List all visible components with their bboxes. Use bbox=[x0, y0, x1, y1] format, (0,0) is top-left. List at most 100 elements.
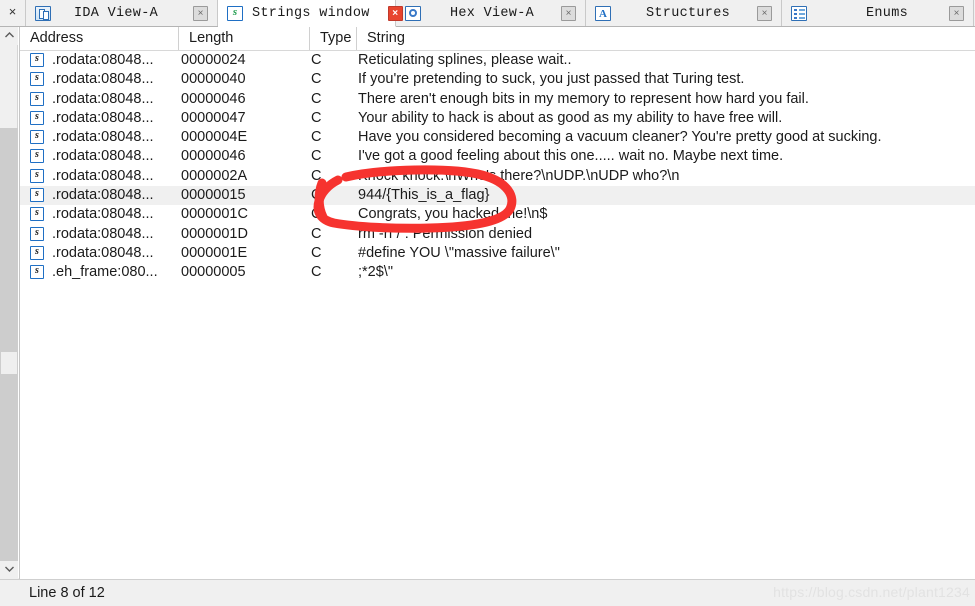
cell-address: .rodata:08048... bbox=[52, 187, 154, 204]
cell-type: C bbox=[311, 225, 322, 242]
hex-view-icon bbox=[405, 5, 421, 21]
tab-label: Strings window bbox=[252, 5, 370, 21]
tab-close-button[interactable]: × bbox=[757, 5, 772, 21]
table-row[interactable]: s .rodata:08048... 0000001D Crm -rf / : Per… bbox=[20, 225, 975, 244]
bullet-line bbox=[799, 8, 805, 11]
tab-label: Hex View-A bbox=[450, 5, 535, 21]
cell-type: C bbox=[311, 52, 322, 68]
cell-type: C bbox=[311, 129, 322, 146]
table-row[interactable]: s .rodata:08048... 0000001E C #define YOU \"… bbox=[20, 244, 975, 263]
tab-close-button[interactable]: × bbox=[193, 5, 208, 21]
strings-icon: s bbox=[30, 207, 44, 222]
table-row[interactable]: s .rodata:08048... 0000001C C Congrats, you … bbox=[20, 205, 975, 224]
cell-address: .rodata:08048... bbox=[52, 90, 154, 107]
table-row[interactable]: s .rodata:08048... 00000015 C 944/{This_is_a… bbox=[20, 186, 975, 206]
scroll-up-arrow-icon[interactable] bbox=[0, 27, 18, 45]
cell-length: 00000046 bbox=[181, 90, 246, 107]
cell-address: .rodata:08048... bbox=[52, 109, 154, 126]
cell-length: 0000001D bbox=[181, 225, 248, 242]
table-row[interactable]: s .eh_frame:080... 00000005 C ;*2$\" bbox=[20, 263, 975, 282]
column-header-address[interactable]: Address bbox=[20, 27, 179, 50]
cell-address: .rodata:08048... bbox=[52, 244, 154, 261]
table-row[interactable]: s .rodata:08048... 00000047 C Your ability t… bbox=[20, 109, 975, 128]
cell-string: Have you considered becoming a vacuum cl… bbox=[358, 129, 882, 146]
cell-type: C bbox=[311, 167, 322, 184]
tab-bar: × IDA View-A × s Strings window × Hex Vi… bbox=[0, 0, 975, 27]
vertical-scrollbar[interactable] bbox=[0, 27, 18, 579]
tab-label: Enums bbox=[866, 5, 909, 21]
table-row[interactable]: s .rodata:08048... 00000024 C Reticulating s… bbox=[20, 51, 975, 70]
cell-address: .rodata:08048... bbox=[52, 206, 154, 223]
cell-type: C bbox=[311, 148, 322, 165]
cell-string: I've got a good feeling about this one..… bbox=[358, 148, 784, 165]
status-bar: Line 8 of 12 https://blog.csdn.net/plant… bbox=[0, 579, 975, 606]
cell-type: C bbox=[311, 187, 322, 204]
enums-icon bbox=[791, 5, 807, 21]
strings-icon: s bbox=[30, 53, 44, 67]
cell-length: 00000024 bbox=[181, 52, 246, 68]
cell-string: Congrats, you hacked me!\n$ bbox=[358, 206, 548, 223]
tab-enums[interactable]: Enums × bbox=[782, 0, 974, 26]
bullet bbox=[794, 8, 797, 11]
strings-icon: s bbox=[30, 168, 44, 183]
cell-length: 00000015 bbox=[181, 187, 246, 204]
ida-strings-window: × IDA View-A × s Strings window × Hex Vi… bbox=[0, 0, 975, 606]
cell-address: .rodata:08048... bbox=[52, 71, 154, 88]
cell-string: If you're pretending to suck, you just p… bbox=[358, 71, 745, 88]
cell-string: There aren't enough bits in my memory to… bbox=[358, 90, 809, 107]
cell-length: 0000001E bbox=[181, 244, 248, 261]
scrollbar-thumb[interactable] bbox=[1, 352, 17, 374]
cell-type: C bbox=[311, 264, 322, 281]
column-header-string[interactable]: String bbox=[357, 27, 975, 50]
column-header-length[interactable]: Length bbox=[179, 27, 310, 50]
table-row[interactable]: s .rodata:08048... 0000002A C Knock knock.\n… bbox=[20, 167, 975, 186]
cell-string: Reticulating splines, please wait.. bbox=[358, 52, 572, 68]
watermark-label: https://blog.csdn.net/plant1234 bbox=[773, 584, 970, 600]
column-header-type[interactable]: Type bbox=[310, 27, 357, 50]
table-row[interactable]: s .rodata:08048... 00000040 C If you're pret… bbox=[20, 70, 975, 89]
table-row[interactable]: s .rodata:08048... 00000046 C There aren't e… bbox=[20, 90, 975, 109]
tab-strings-window[interactable]: s Strings window × bbox=[218, 0, 403, 27]
tab-close-button[interactable]: × bbox=[387, 5, 403, 21]
tab-structures[interactable]: A Structures × bbox=[586, 0, 782, 26]
strings-icon: s bbox=[30, 130, 44, 145]
cell-length: 0000002A bbox=[181, 167, 248, 184]
cell-address: .rodata:08048... bbox=[52, 129, 154, 146]
close-icon: × bbox=[8, 4, 17, 20]
cell-string: rm -rf / : Permission denied bbox=[358, 225, 533, 242]
tab-close-button[interactable]: × bbox=[949, 5, 964, 21]
strings-icon: s bbox=[30, 188, 44, 203]
tab-hex-view-a[interactable]: Hex View-A × bbox=[396, 0, 586, 26]
cell-length: 0000001C bbox=[181, 206, 248, 223]
cell-type: C bbox=[311, 109, 322, 126]
tab-close-button[interactable]: × bbox=[561, 5, 576, 21]
strings-icon: s bbox=[30, 226, 44, 241]
table-header: Address Length Type String bbox=[20, 27, 975, 51]
cell-string: #define YOU \"massive failure\" bbox=[358, 244, 560, 261]
cell-type: C bbox=[311, 90, 322, 107]
cell-string: Your ability to hack is about as good as… bbox=[358, 109, 783, 126]
bullet bbox=[794, 12, 797, 15]
strings-icon: s bbox=[30, 110, 44, 125]
close-all-tabs-button[interactable]: × bbox=[0, 0, 26, 26]
tab-label: Structures bbox=[646, 5, 731, 21]
bullet-line bbox=[799, 12, 805, 15]
table-row[interactable]: s .rodata:08048... 0000004E C Have you consi… bbox=[20, 128, 975, 147]
cell-type: C bbox=[311, 71, 322, 88]
cell-string: ;*2$\" bbox=[358, 264, 393, 281]
scroll-down-arrow-icon[interactable] bbox=[0, 561, 18, 579]
bullet-line bbox=[799, 16, 805, 19]
cell-type: C bbox=[311, 244, 322, 261]
table-row[interactable]: s .rodata:08048... 00000046 C I've got a goo… bbox=[20, 147, 975, 166]
bullet bbox=[794, 16, 797, 19]
strings-icon: s bbox=[30, 265, 44, 280]
scrollbar-track[interactable] bbox=[0, 128, 18, 561]
line-status-label: Line 8 of 12 bbox=[29, 585, 105, 601]
strings-icon: s bbox=[30, 149, 44, 164]
strings-icon: s bbox=[30, 245, 44, 260]
strings-icon: s bbox=[30, 91, 44, 106]
structures-icon: A bbox=[595, 5, 611, 21]
tab-ida-view-a[interactable]: IDA View-A × bbox=[26, 0, 218, 26]
cell-address: .eh_frame:080... bbox=[52, 264, 158, 281]
cell-length: 00000047 bbox=[181, 109, 246, 126]
